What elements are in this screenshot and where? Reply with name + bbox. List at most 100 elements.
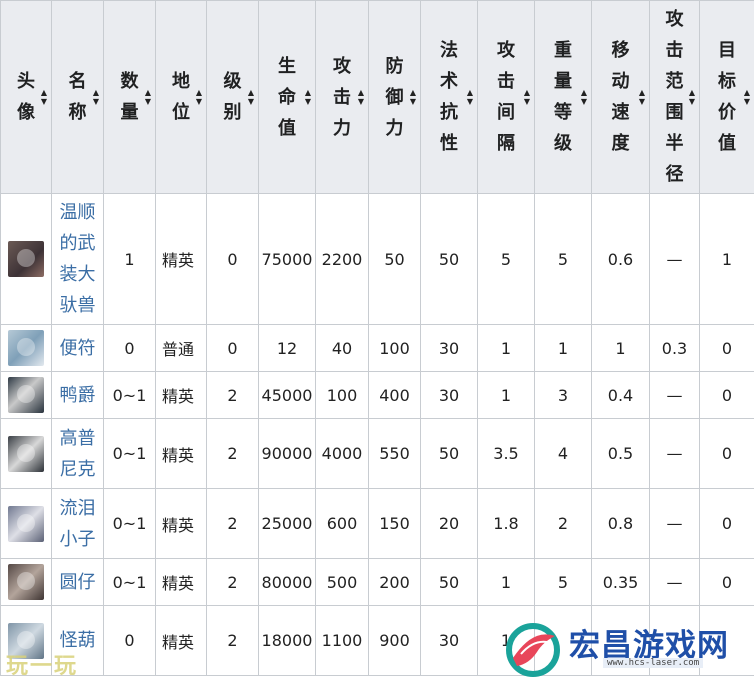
- rank-cell: 精英: [155, 418, 207, 489]
- sort-arrows-icon[interactable]: ▲ ▼: [581, 88, 587, 106]
- hp-cell: 18000: [258, 605, 316, 676]
- col-header-label: 重量等级: [553, 40, 572, 154]
- atk-cell: 4000: [315, 418, 369, 489]
- enemy-name-link[interactable]: 鸭爵: [59, 380, 97, 411]
- avatar-2-icon[interactable]: [8, 330, 44, 366]
- col-header-level[interactable]: 级别 ▲ ▼: [206, 0, 259, 194]
- speed-cell: 0.5: [591, 418, 650, 489]
- name-cell: 流泪小子: [51, 488, 104, 559]
- col-header-label: 数量: [120, 71, 139, 123]
- atk-cell: 100: [315, 371, 369, 419]
- avatar-5-icon[interactable]: [8, 505, 44, 542]
- sort-arrows-icon[interactable]: ▲ ▼: [744, 88, 750, 106]
- atk-cell: 500: [315, 558, 369, 606]
- sort-arrows-icon[interactable]: ▲ ▼: [248, 88, 254, 106]
- sort-arrows-icon[interactable]: ▲ ▼: [145, 88, 151, 106]
- col-header-label: 法术抗性: [439, 40, 458, 154]
- avatar-1-icon[interactable]: [8, 241, 44, 277]
- table-row: 鸭爵 0~1 精英 2 45000 100 400 30 1 3 0.4 — 0: [0, 371, 754, 419]
- col-header-weight[interactable]: 重量等级 ▲ ▼: [534, 0, 592, 194]
- col-header-range[interactable]: 攻击范围半径 ▲ ▼: [649, 0, 700, 194]
- sort-arrows-icon[interactable]: ▲ ▼: [467, 88, 473, 106]
- atk-cell: 40: [315, 324, 369, 372]
- col-header-atk[interactable]: 攻击力 ▲ ▼: [315, 0, 369, 194]
- avatar-4-icon[interactable]: [8, 435, 44, 472]
- col-header-count[interactable]: 数量 ▲ ▼: [103, 0, 156, 194]
- col-header-res[interactable]: 法术抗性 ▲ ▼: [420, 0, 478, 194]
- col-header-def[interactable]: 防御力 ▲ ▼: [368, 0, 421, 194]
- def-cell: 100: [368, 324, 421, 372]
- atk-cell: 1100: [315, 605, 369, 676]
- avatar-6-icon[interactable]: [8, 564, 44, 600]
- level-cell: 2: [206, 488, 259, 559]
- def-cell: 50: [368, 193, 421, 325]
- enemy-name-link[interactable]: 流泪小子: [59, 493, 97, 555]
- avatar-3-icon[interactable]: [8, 377, 44, 413]
- col-header-interval[interactable]: 攻击间隔 ▲ ▼: [477, 0, 535, 194]
- col-header-label: 名称: [68, 71, 87, 123]
- sort-arrows-icon[interactable]: ▲ ▼: [689, 88, 695, 106]
- target-cell: 0: [699, 558, 754, 606]
- speed-cell: 0.8: [591, 488, 650, 559]
- count-cell: 0~1: [103, 558, 156, 606]
- rank-cell: 精英: [155, 371, 207, 419]
- sort-arrows-icon[interactable]: ▲ ▼: [639, 88, 645, 106]
- level-cell: 2: [206, 371, 259, 419]
- col-header-hp[interactable]: 生命值 ▲ ▼: [258, 0, 316, 194]
- enemy-name-link[interactable]: 便符: [59, 333, 97, 364]
- level-cell: 2: [206, 558, 259, 606]
- sort-arrows-icon[interactable]: ▲ ▼: [358, 88, 364, 106]
- col-header-avatar[interactable]: 头像 ▲ ▼: [0, 0, 52, 194]
- name-cell: 圆仔: [51, 558, 104, 606]
- count-cell: 0~1: [103, 418, 156, 489]
- hp-cell: 12: [258, 324, 316, 372]
- sort-arrows-icon[interactable]: ▲ ▼: [305, 88, 311, 106]
- table-row: 圆仔 0~1 精英 2 80000 500 200 50 1 5 0.35 — …: [0, 558, 754, 606]
- name-cell: 便符: [51, 324, 104, 372]
- avatar-cell: [0, 371, 52, 419]
- col-header-label: 地位: [171, 71, 190, 123]
- avatar-cell: [0, 418, 52, 489]
- weight-cell: 2: [534, 488, 592, 559]
- col-header-rank[interactable]: 地位 ▲ ▼: [155, 0, 207, 194]
- sort-arrows-icon[interactable]: ▲ ▼: [41, 88, 47, 106]
- watermark-right: 宏昌游戏网 www.hcs-laser.com: [503, 618, 751, 678]
- col-header-label: 目标价值: [717, 40, 736, 154]
- hp-cell: 75000: [258, 193, 316, 325]
- atk-cell: 600: [315, 488, 369, 559]
- col-header-label: 防御力: [385, 55, 404, 139]
- table-row: 温顺的武装大驮兽 1 精英 0 75000 2200 50 50 5 5 0.6…: [0, 193, 754, 325]
- col-header-speed[interactable]: 移动速度 ▲ ▼: [591, 0, 650, 194]
- col-header-label: 生命值: [277, 55, 296, 139]
- def-cell: 400: [368, 371, 421, 419]
- watermark-url: www.hcs-laser.com: [603, 658, 704, 668]
- count-cell: 0~1: [103, 488, 156, 559]
- range-cell: —: [649, 193, 700, 325]
- rank-cell: 精英: [155, 488, 207, 559]
- count-cell: 0~1: [103, 371, 156, 419]
- rank-cell: 精英: [155, 193, 207, 325]
- count-cell: 1: [103, 193, 156, 325]
- res-cell: 30: [420, 371, 478, 419]
- enemy-name-link[interactable]: 圆仔: [59, 567, 97, 598]
- level-cell: 0: [206, 193, 259, 325]
- sort-arrows-icon[interactable]: ▲ ▼: [524, 88, 530, 106]
- level-cell: 2: [206, 605, 259, 676]
- hp-cell: 80000: [258, 558, 316, 606]
- res-cell: 50: [420, 193, 478, 325]
- rank-cell: 精英: [155, 605, 207, 676]
- hp-cell: 45000: [258, 371, 316, 419]
- sort-arrows-icon[interactable]: ▲ ▼: [410, 88, 416, 106]
- target-cell: 0: [699, 324, 754, 372]
- range-cell: 0.3: [649, 324, 700, 372]
- sort-arrows-icon[interactable]: ▲ ▼: [93, 88, 99, 106]
- rank-cell: 普通: [155, 324, 207, 372]
- range-cell: —: [649, 371, 700, 419]
- level-cell: 0: [206, 324, 259, 372]
- enemy-name-link[interactable]: 温顺的武装大驮兽: [59, 197, 97, 321]
- enemy-name-link[interactable]: 高普尼克: [59, 423, 97, 485]
- col-header-target[interactable]: 目标价值 ▲ ▼: [699, 0, 754, 194]
- rank-cell: 精英: [155, 558, 207, 606]
- sort-arrows-icon[interactable]: ▲ ▼: [196, 88, 202, 106]
- col-header-name[interactable]: 名称 ▲ ▼: [51, 0, 104, 194]
